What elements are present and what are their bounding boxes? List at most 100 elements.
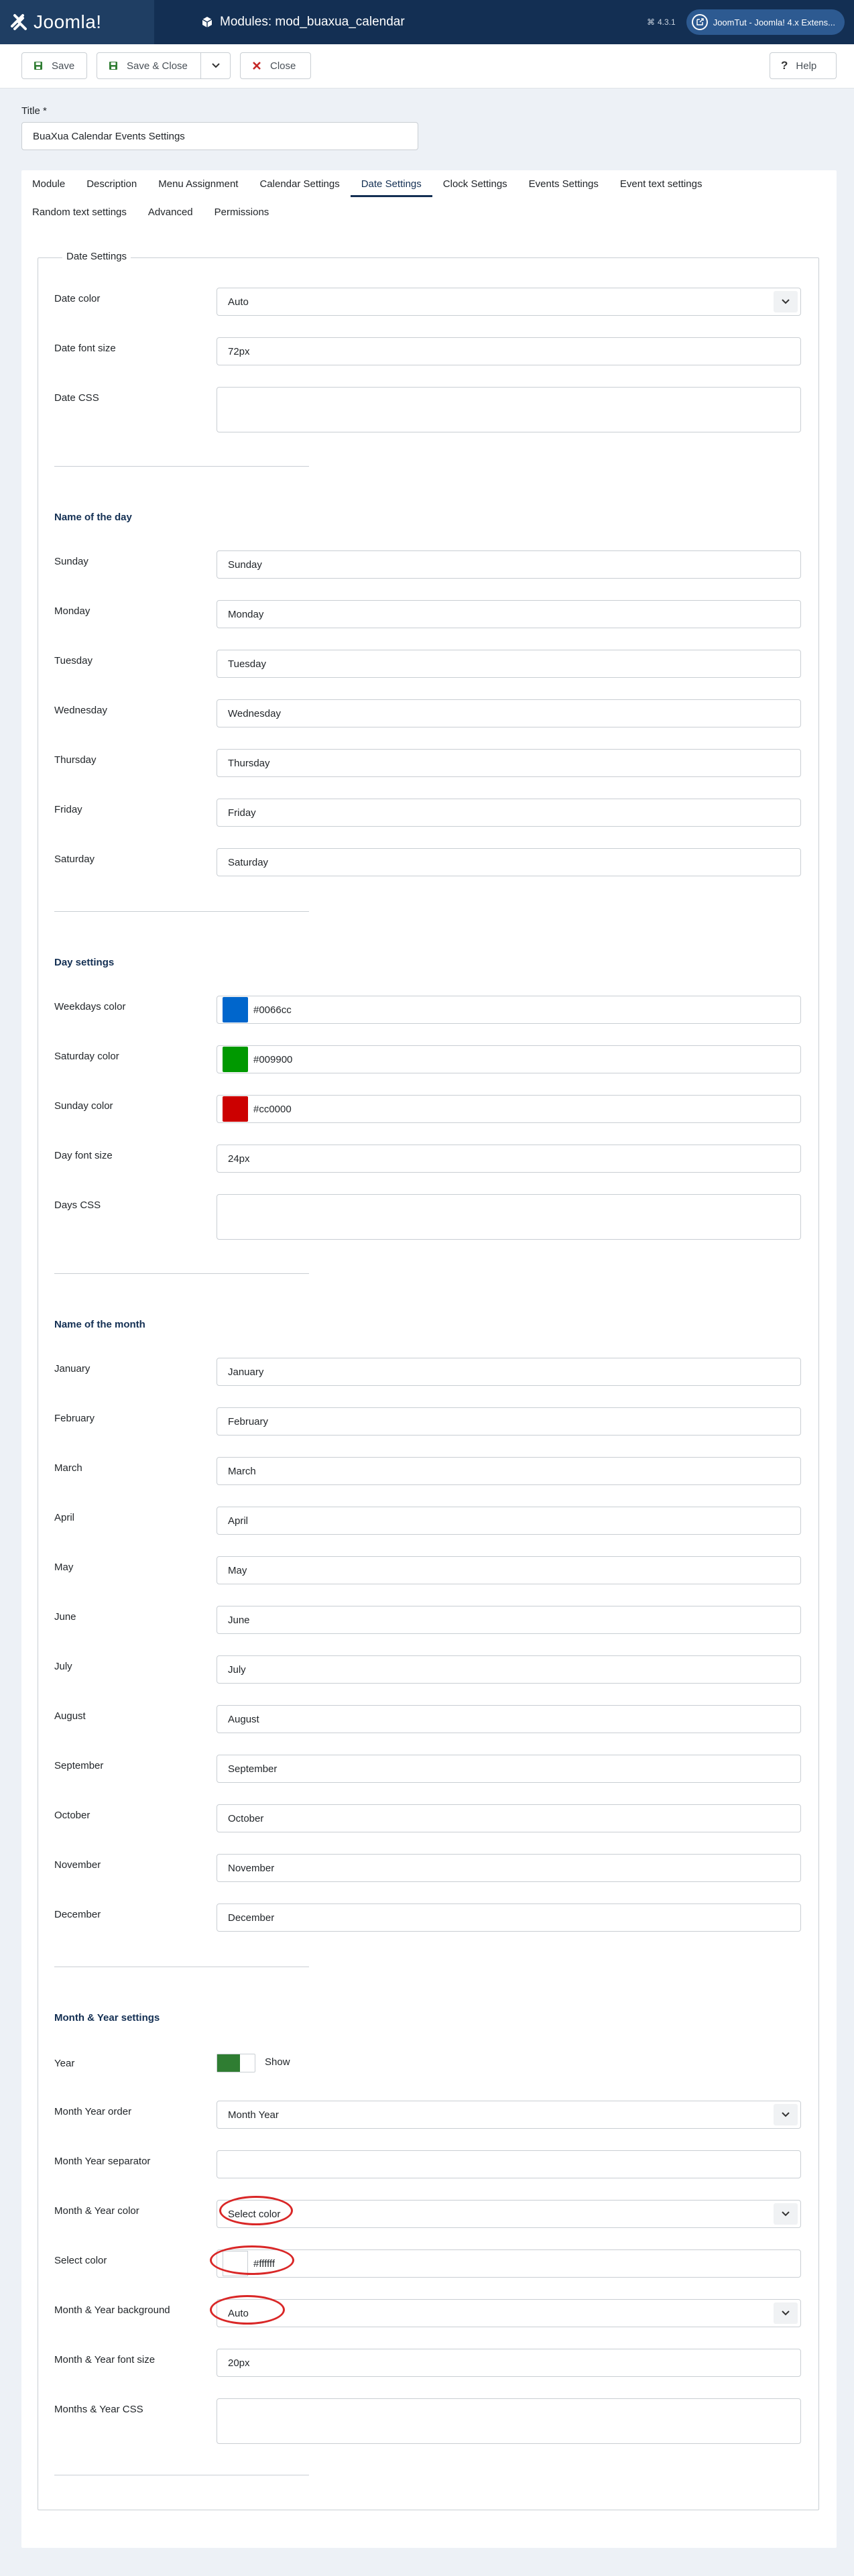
toolbar: Save Save & Close Close ? Help xyxy=(0,44,854,89)
november-input[interactable]: November xyxy=(217,1854,801,1882)
month-year-font-size-input[interactable]: 20px xyxy=(217,2349,801,2377)
days-css-textarea[interactable] xyxy=(217,1194,801,1240)
chevron-down-icon xyxy=(211,63,220,68)
joomla-logo[interactable]: Joomla! xyxy=(0,0,154,44)
january-input[interactable]: January xyxy=(217,1358,801,1386)
field-label: Days CSS xyxy=(54,1199,101,1211)
july-input[interactable]: July xyxy=(217,1655,801,1684)
saturday-color-picker[interactable]: #009900 xyxy=(217,1045,801,1073)
color-swatch[interactable] xyxy=(223,997,248,1022)
field-label: Year xyxy=(54,2058,75,2069)
wednesday-input[interactable]: Wednesday xyxy=(217,699,801,727)
field-label: Month & Year font size xyxy=(54,2354,156,2365)
august-input[interactable]: August xyxy=(217,1705,801,1733)
month-year-background-select[interactable]: Auto xyxy=(217,2299,801,2327)
chevron-down-icon xyxy=(774,291,798,312)
date-font-size-input[interactable]: 72px xyxy=(217,337,801,365)
color-value: #009900 xyxy=(253,1053,293,1065)
april-input[interactable]: April xyxy=(217,1507,801,1535)
cube-icon xyxy=(202,17,212,27)
save-icon xyxy=(108,60,119,71)
select-value: Auto xyxy=(228,2307,249,2319)
joomla-logo-icon xyxy=(11,14,27,30)
tab-random-text-settings[interactable]: Random text settings xyxy=(21,198,137,225)
month-year-order-select[interactable]: Month Year xyxy=(217,2101,801,2129)
field-label: Weekdays color xyxy=(54,1001,126,1012)
save-dropdown-toggle[interactable] xyxy=(200,53,230,78)
tab-date-settings[interactable]: Date Settings xyxy=(350,170,432,197)
tuesday-input[interactable]: Tuesday xyxy=(217,650,801,678)
separator xyxy=(54,1273,309,1274)
tab-calendar-settings[interactable]: Calendar Settings xyxy=(249,170,350,197)
view-site-link[interactable]: JoomTut - Joomla! 4.x Extens... xyxy=(686,9,845,35)
sunday-color-picker[interactable]: #cc0000 xyxy=(217,1095,801,1123)
save-close-label: Save & Close xyxy=(127,60,188,72)
may-input[interactable]: May xyxy=(217,1556,801,1584)
logo-text: Joomla! xyxy=(34,11,102,32)
date-settings-fieldset: Date Settings Date color Auto Date font … xyxy=(38,251,819,2510)
field-label: Select color xyxy=(54,2255,107,2266)
external-link-icon xyxy=(691,14,708,30)
friday-input[interactable]: Friday xyxy=(217,799,801,827)
color-value: #cc0000 xyxy=(253,1103,292,1115)
field-label: February xyxy=(54,1413,95,1424)
tab-permissions[interactable]: Permissions xyxy=(204,198,280,225)
october-input[interactable]: October xyxy=(217,1804,801,1832)
page-title-text: Modules: mod_buaxua_calendar xyxy=(220,15,405,29)
february-input[interactable]: February xyxy=(217,1407,801,1436)
weekdays-color-picker[interactable]: #0066cc xyxy=(217,996,801,1024)
field-label: Month & Year background xyxy=(54,2304,170,2316)
save-close-button[interactable]: Save & Close xyxy=(97,52,231,79)
color-swatch[interactable] xyxy=(223,2251,248,2276)
field-label: Tuesday xyxy=(54,655,93,666)
field-label: November xyxy=(54,1859,101,1871)
field-label: Friday xyxy=(54,804,82,815)
field-label: March xyxy=(54,1462,82,1474)
select-value: Auto xyxy=(228,296,249,308)
tab-list-row-2: Random text settings Advanced Permission… xyxy=(21,198,280,225)
year-toggle-switch[interactable] xyxy=(217,2054,255,2072)
tab-description[interactable]: Description xyxy=(76,170,147,197)
month-year-separator-input[interactable] xyxy=(217,2150,801,2178)
tab-advanced[interactable]: Advanced xyxy=(137,198,204,225)
date-color-select[interactable]: Auto xyxy=(217,288,801,316)
save-button[interactable]: Save xyxy=(21,52,87,79)
close-icon xyxy=(251,60,262,71)
help-label: Help xyxy=(796,60,817,72)
field-label: Date CSS xyxy=(54,392,99,404)
december-input[interactable]: December xyxy=(217,1904,801,1932)
close-button[interactable]: Close xyxy=(240,52,311,79)
field-label: September xyxy=(54,1760,104,1771)
tab-event-text-settings[interactable]: Event text settings xyxy=(609,170,713,197)
tab-module[interactable]: Module xyxy=(21,170,76,197)
day-font-size-input[interactable]: 24px xyxy=(217,1145,801,1173)
module-edit-card: Module Description Menu Assignment Calen… xyxy=(21,170,837,2548)
version-text: 4.3.1 xyxy=(657,17,676,27)
section-heading-month-year: Month & Year settings xyxy=(54,2012,160,2024)
september-input[interactable]: September xyxy=(217,1755,801,1783)
saturday-input[interactable]: Saturday xyxy=(217,848,801,876)
sunday-input[interactable]: Sunday xyxy=(217,550,801,579)
field-label: Months & Year CSS xyxy=(54,2404,143,2415)
chevron-down-icon xyxy=(774,2104,798,2125)
section-heading-day-settings: Day settings xyxy=(54,957,115,968)
title-input[interactable]: BuaXua Calendar Events Settings xyxy=(21,122,418,150)
toggle-knob xyxy=(217,2054,240,2072)
thursday-input[interactable]: Thursday xyxy=(217,749,801,777)
monday-input[interactable]: Monday xyxy=(217,600,801,628)
tab-menu-assignment[interactable]: Menu Assignment xyxy=(147,170,249,197)
month-year-color-select[interactable]: Select color xyxy=(217,2200,801,2228)
date-css-textarea[interactable] xyxy=(217,387,801,432)
field-label: August xyxy=(54,1710,86,1722)
color-swatch[interactable] xyxy=(223,1096,248,1122)
color-swatch[interactable] xyxy=(223,1047,248,1072)
tab-clock-settings[interactable]: Clock Settings xyxy=(432,170,518,197)
help-button[interactable]: ? Help xyxy=(770,52,837,79)
tab-events-settings[interactable]: Events Settings xyxy=(518,170,609,197)
field-label: Saturday xyxy=(54,854,95,865)
months-year-css-textarea[interactable] xyxy=(217,2398,801,2444)
june-input[interactable]: June xyxy=(217,1606,801,1634)
select-color-picker[interactable]: #ffffff xyxy=(217,2249,801,2278)
march-input[interactable]: March xyxy=(217,1457,801,1485)
field-label: May xyxy=(54,1562,74,1573)
